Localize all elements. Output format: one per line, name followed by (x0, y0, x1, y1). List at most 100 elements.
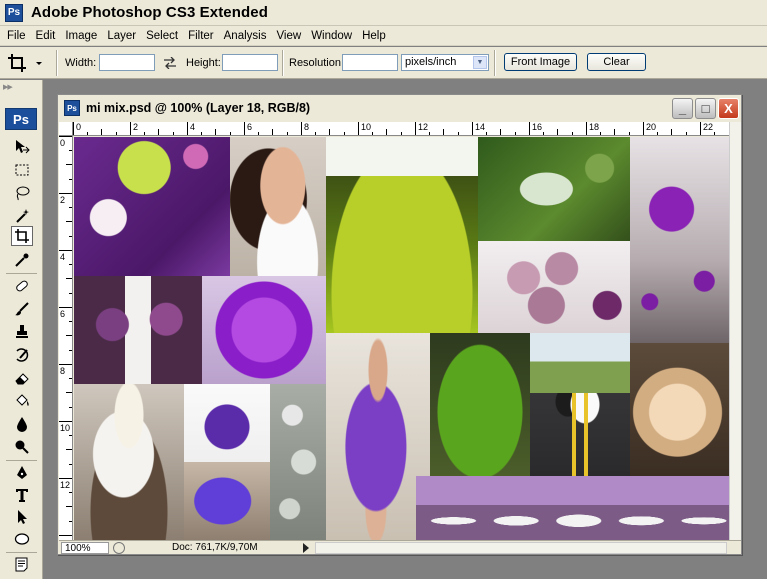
photo-purple-shoes-closeup (184, 462, 270, 540)
menu-layer[interactable]: Layer (102, 27, 141, 45)
height-input[interactable] (222, 54, 278, 71)
ruler-v-label: 4 (60, 252, 66, 262)
eyedropper-tool[interactable] (11, 250, 33, 270)
ruler-h-label: 16 (532, 122, 543, 132)
document-titlebar[interactable]: Ps mi mix.psd @ 100% (Layer 18, RGB/8) (58, 95, 741, 121)
menu-edit[interactable]: Edit (31, 27, 61, 45)
crop-tool[interactable] (11, 226, 33, 246)
zoom-level-field[interactable]: 100% (61, 542, 109, 554)
pen-tool[interactable] (11, 463, 33, 483)
brush-tool[interactable] (11, 299, 33, 319)
resolution-label: Resolution: (289, 57, 345, 69)
ruler-h-label: 12 (418, 122, 429, 132)
ruler-h-label: 6 (247, 122, 253, 132)
photoshop-badge[interactable]: Ps (5, 108, 37, 130)
photo-mason-jar (478, 137, 630, 241)
horizontal-ruler[interactable]: 0 2 4 6 8 10 12 14 16 18 20 22 (73, 122, 729, 136)
tool-preset-picker[interactable] (6, 51, 50, 75)
marquee-icon (15, 164, 29, 176)
menu-image[interactable]: Image (60, 27, 102, 45)
ruler-h-label: 14 (475, 122, 486, 132)
menu-help[interactable]: Help (357, 27, 391, 45)
path-selection-tool[interactable] (11, 507, 33, 527)
resolution-units-select[interactable]: pixels/inch ▼ (401, 54, 489, 71)
pen-icon (17, 466, 27, 479)
photo-wedding-cake (74, 384, 184, 540)
menu-window[interactable]: Window (306, 27, 357, 45)
options-divider (282, 50, 284, 76)
history-brush-icon (16, 348, 29, 362)
ruler-v-label: 10 (60, 423, 71, 433)
chevron-down-icon (36, 62, 42, 65)
photo-bride-portrait (230, 137, 326, 276)
ruler-v-label: 8 (60, 366, 66, 376)
height-label: Height: (186, 57, 221, 69)
toolbox-divider (6, 552, 37, 553)
magic-wand-tool[interactable] (11, 206, 33, 226)
close-button[interactable]: X (718, 98, 739, 119)
menu-file[interactable]: File (2, 27, 31, 45)
menu-filter[interactable]: Filter (183, 27, 219, 45)
photo-purple-heel (184, 384, 270, 462)
clear-button[interactable]: Clear (587, 53, 646, 71)
history-brush-tool[interactable] (11, 345, 33, 365)
crop-icon (15, 229, 29, 243)
minimize-button[interactable]: _ (672, 98, 693, 119)
width-label: Width: (65, 57, 97, 69)
type-tool[interactable] (11, 485, 33, 505)
healing-brush-tool[interactable] (11, 276, 33, 296)
ruler-h-label: 10 (361, 122, 372, 132)
photo-garden-arch (326, 137, 478, 333)
vertical-ruler[interactable]: 0 2 4 6 8 10 12 (59, 136, 73, 540)
magic-wand-icon (16, 209, 29, 223)
status-menu-arrow-icon[interactable] (303, 543, 309, 553)
width-input[interactable] (99, 54, 155, 71)
ruler-h-label: 0 (76, 122, 82, 132)
swap-arrows-icon[interactable] (163, 57, 177, 69)
toolbox-grip[interactable]: ▶▶ (3, 83, 39, 93)
move-icon (16, 140, 30, 154)
menu-select[interactable]: Select (141, 27, 183, 45)
document-size-info: Doc: 761,7K/9,70M (172, 542, 258, 553)
ruler-h-label: 2 (133, 122, 139, 132)
ruler-h-label: 8 (304, 122, 310, 132)
ruler-v-label: 12 (60, 480, 71, 490)
toolbox-divider (6, 460, 37, 461)
marquee-tool[interactable] (11, 160, 33, 180)
photo-flower-bouquet (74, 137, 230, 276)
menu-view[interactable]: View (271, 27, 306, 45)
clone-stamp-icon (16, 325, 28, 338)
lasso-tool[interactable] (11, 183, 33, 203)
options-divider (494, 50, 496, 76)
move-tool[interactable] (11, 137, 33, 157)
document-canvas[interactable] (74, 137, 729, 540)
ellipse-tool[interactable] (11, 529, 33, 549)
ruler-h-label: 4 (190, 122, 196, 132)
resolution-input[interactable] (342, 54, 398, 71)
clone-stamp-tool[interactable] (11, 322, 33, 342)
notes-tool[interactable] (11, 555, 33, 575)
horizontal-scrollbar[interactable] (315, 542, 727, 554)
options-bar: Width: Height: Resolution: pixels/inch ▼… (0, 47, 767, 79)
vertical-scrollbar[interactable] (729, 122, 741, 540)
dodge-tool[interactable] (11, 437, 33, 457)
photo-bridesmaids (74, 276, 202, 384)
paint-bucket-tool[interactable] (11, 391, 33, 411)
blur-tool[interactable] (11, 414, 33, 434)
eyedropper-icon (15, 253, 29, 267)
ruler-origin[interactable] (59, 122, 73, 136)
eraser-tool[interactable] (11, 368, 33, 388)
ruler-v-label: 2 (60, 195, 66, 205)
app-title: Adobe Photoshop CS3 Extended (31, 4, 268, 21)
app-titlebar: Ps Adobe Photoshop CS3 Extended (0, 0, 767, 26)
maximize-button[interactable]: □ (695, 98, 716, 119)
menu-bar: File Edit Image Layer Select Filter Anal… (0, 26, 767, 46)
menu-analysis[interactable]: Analysis (219, 27, 272, 45)
status-info-icon[interactable] (113, 542, 125, 554)
healing-brush-icon (16, 280, 28, 292)
photo-purple-origami (202, 276, 326, 384)
photo-white-sneakers (416, 476, 729, 540)
front-image-button[interactable]: Front Image (504, 53, 577, 71)
options-divider (56, 50, 58, 76)
toolbox: ▶▶ Ps (0, 80, 43, 579)
